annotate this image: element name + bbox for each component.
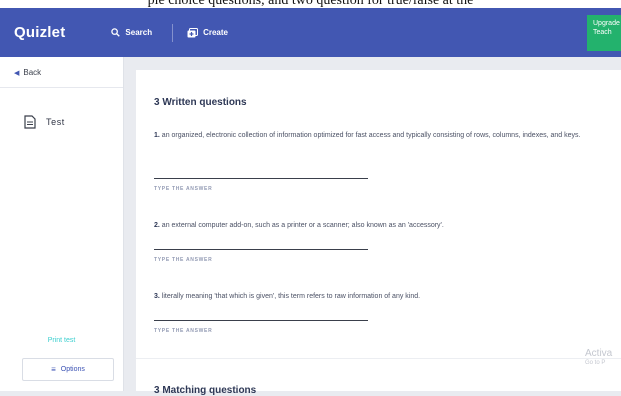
question-text: 3. literally meaning 'that which is give… bbox=[154, 291, 614, 303]
question-prompt: an external computer add-on, such as a p… bbox=[161, 222, 444, 229]
back-arrow-icon: ◀ bbox=[14, 69, 20, 77]
sidebar-divider bbox=[0, 87, 123, 88]
question-prompt: an organized, electronic collection of i… bbox=[161, 132, 581, 139]
sidebar: ◀ Back Test Print test ≡ Options bbox=[0, 57, 124, 391]
question-number: 3. bbox=[154, 293, 160, 300]
question-text: 2. an external computer add-on, such as … bbox=[154, 220, 614, 232]
nav-divider bbox=[172, 23, 174, 42]
create-button[interactable]: Create bbox=[187, 27, 228, 38]
written-questions-title: 3 Written questions bbox=[154, 97, 247, 108]
sidebar-item-label: Test bbox=[46, 117, 65, 127]
top-navigation-bar: Quizlet Search Create Upgrade Teach bbox=[0, 8, 621, 57]
answer-label: TYPE THE ANSWER bbox=[154, 328, 213, 334]
section-divider bbox=[136, 358, 621, 359]
question-number: 2. bbox=[154, 222, 160, 229]
back-label: Back bbox=[23, 68, 42, 77]
upgrade-label-line2: Teach bbox=[593, 29, 612, 36]
create-icon bbox=[187, 27, 199, 37]
back-link[interactable]: ◀ Back bbox=[14, 68, 41, 77]
sidebar-item-test[interactable]: Test bbox=[24, 115, 65, 129]
answer-label: TYPE THE ANSWER bbox=[154, 186, 213, 192]
main-content: 3 Written questions 1. an organized, ele… bbox=[136, 70, 621, 396]
quizlet-logo[interactable]: Quizlet bbox=[14, 24, 65, 41]
answer-input[interactable] bbox=[154, 178, 368, 179]
answer-input[interactable] bbox=[154, 320, 368, 321]
upgrade-button[interactable]: Upgrade Teach bbox=[587, 15, 621, 51]
page-caption-text: ple choice questions, and two question f… bbox=[147, 0, 474, 8]
options-label: Options bbox=[60, 366, 85, 373]
watermark-line1: Activa bbox=[585, 348, 613, 359]
options-button[interactable]: ≡ Options bbox=[22, 358, 114, 381]
create-label: Create bbox=[203, 28, 228, 37]
watermark-line2: Go to P bbox=[585, 360, 606, 366]
search-label: Search bbox=[125, 28, 153, 37]
answer-input[interactable] bbox=[154, 249, 368, 250]
question-number: 1. bbox=[154, 132, 160, 139]
options-list-icon: ≡ bbox=[51, 365, 56, 374]
document-icon bbox=[24, 115, 36, 129]
question-prompt: literally meaning 'that which is given',… bbox=[161, 293, 421, 300]
question-text: 1. an organized, electronic collection o… bbox=[154, 130, 614, 142]
print-test-link[interactable]: Print test bbox=[0, 337, 123, 344]
answer-label: TYPE THE ANSWER bbox=[154, 257, 213, 263]
search-button[interactable]: Search bbox=[111, 28, 152, 37]
page-caption: ple choice questions, and two question f… bbox=[0, 0, 621, 8]
activation-watermark: Activa Go to P bbox=[585, 348, 619, 367]
upgrade-label-line1: Upgrade bbox=[593, 20, 620, 27]
search-icon bbox=[111, 28, 121, 37]
